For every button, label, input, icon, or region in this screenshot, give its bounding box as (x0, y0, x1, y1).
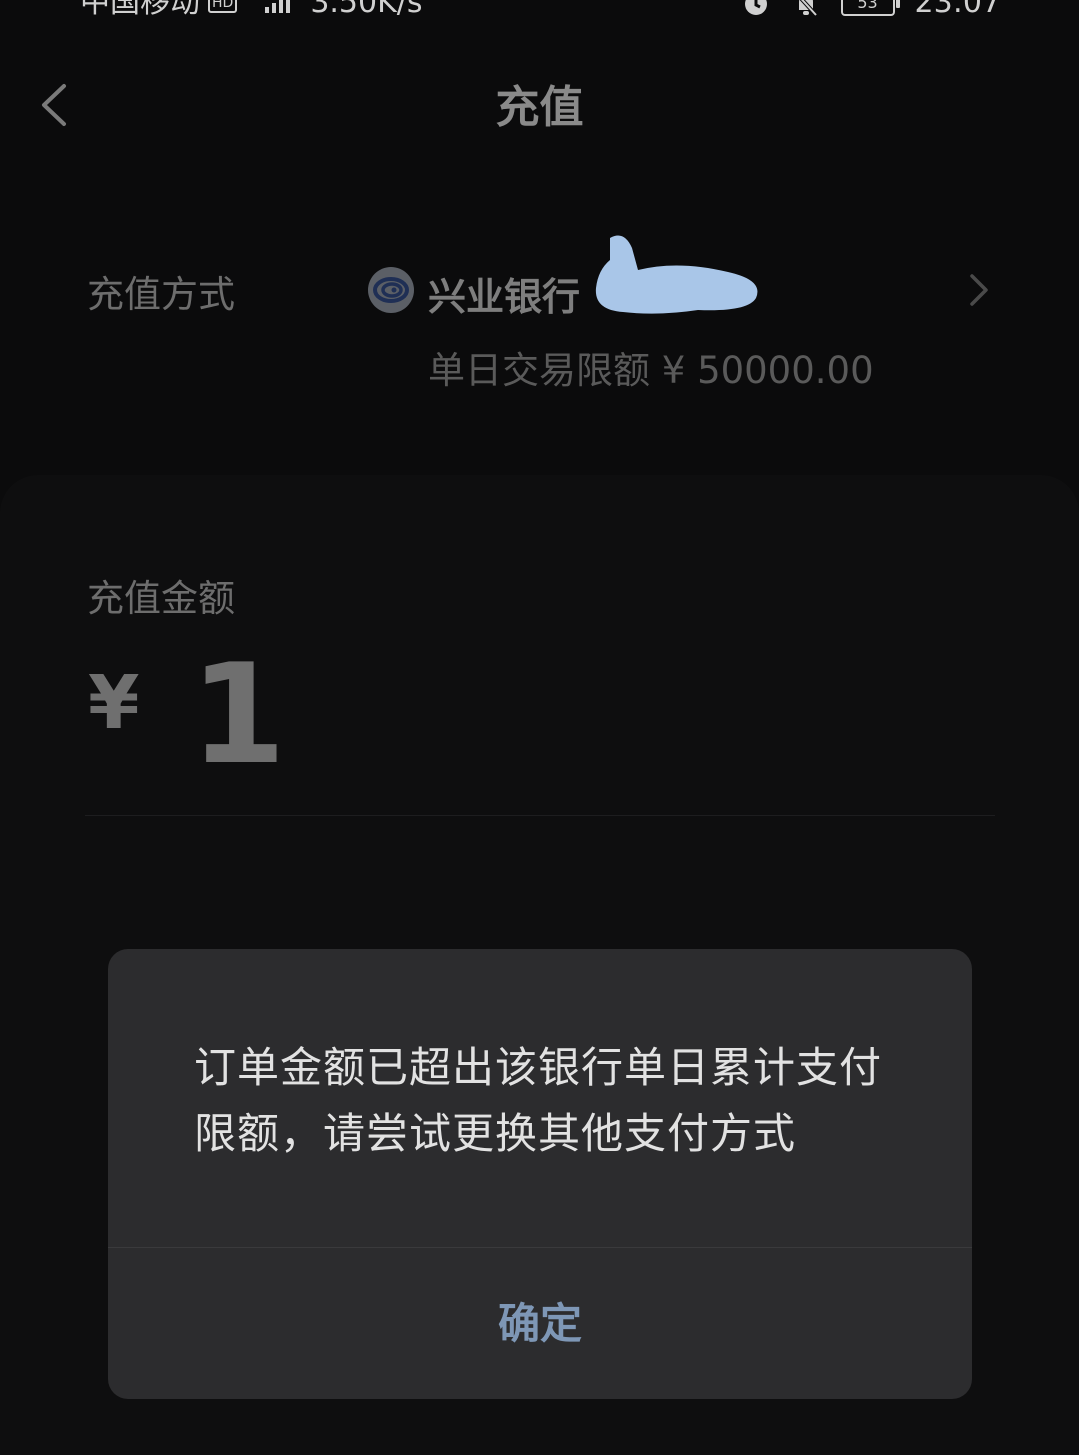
clock-time: 23:07 (914, 0, 1001, 20)
carrier-name: 中国移动 (80, 0, 200, 20)
daily-limit-text: 单日交易限额 ¥ 50000.00 (428, 349, 874, 392)
status-bar-left: 中国移动 HD 3.50K/s (80, 0, 423, 18)
signal-icon (265, 0, 291, 13)
amount-divider (85, 815, 995, 816)
hd-badge: HD (208, 0, 238, 13)
chevron-right-icon[interactable] (964, 270, 994, 310)
status-bar: 中国移动 HD 3.50K/s 53 23:07 (0, 0, 1079, 30)
bank-name: 兴业银行 (428, 275, 581, 319)
alert-dialog: 订单金额已超出该银行单日累计支付限额，请尝试更换其他支付方式 确定 (108, 949, 972, 1399)
amount-input[interactable]: 1 (190, 640, 286, 790)
dialog-message: 订单金额已超出该银行单日累计支付限额，请尝试更换其他支付方式 (194, 1043, 883, 1158)
redaction-mark (595, 235, 758, 314)
battery-indicator: 53 (840, 0, 900, 16)
bank-logo-icon (368, 267, 414, 313)
confirm-button[interactable]: 确定 (108, 1248, 972, 1399)
payment-method-label: 充值方式 (87, 273, 235, 316)
page-title: 充值 (495, 82, 584, 133)
alarm-icon (744, 0, 767, 15)
currency-symbol: ¥ (88, 660, 140, 746)
mute-bell-icon (798, 0, 818, 17)
amount-label: 充值金额 (87, 577, 235, 620)
network-speed: 3.50K/s (310, 0, 423, 20)
status-bar-right: 53 23:07 (741, 0, 1001, 18)
